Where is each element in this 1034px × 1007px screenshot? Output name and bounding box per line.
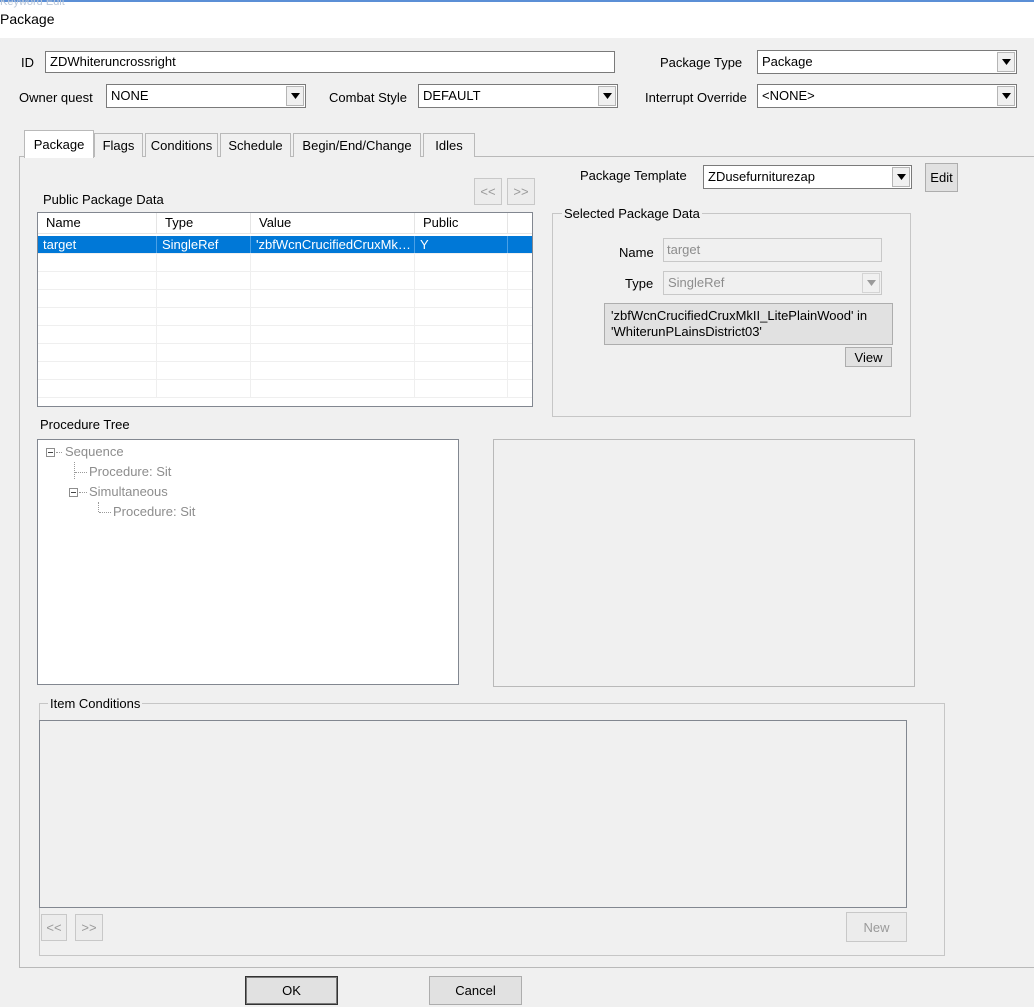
tree-node-procedure-sit[interactable]: Procedure: Sit — [113, 504, 195, 519]
row-public-cell: Y — [415, 236, 508, 253]
item-conditions-title: Item Conditions — [48, 696, 143, 711]
prev-button[interactable]: << — [474, 178, 502, 205]
tab-package[interactable]: Package — [24, 130, 94, 158]
empty-row — [38, 308, 532, 326]
package-template-label: Package Template — [580, 168, 687, 183]
empty-row — [38, 326, 532, 344]
list-header: Name Type Value Public — [38, 213, 532, 234]
tab-idles[interactable]: Idles — [423, 133, 475, 157]
next-button[interactable]: >> — [507, 178, 535, 205]
selected-type-value: SingleRef — [668, 275, 725, 290]
edit-template-button[interactable]: Edit — [925, 163, 958, 192]
column-header-public[interactable]: Public — [415, 213, 508, 233]
chevron-down-icon[interactable] — [892, 167, 910, 187]
chevron-down-icon[interactable] — [997, 52, 1015, 72]
tab-conditions[interactable]: Conditions — [145, 133, 218, 157]
selected-name-field[interactable]: target — [663, 238, 882, 262]
empty-row — [38, 380, 532, 398]
package-type-value: Package — [762, 54, 813, 69]
chevron-down-icon[interactable] — [598, 86, 616, 106]
table-row[interactable]: target SingleRef 'zbfWcnCrucifiedCruxMkI… — [38, 236, 532, 254]
id-input[interactable]: ZDWhiteruncrossright — [45, 51, 615, 73]
tree-node-simultaneous[interactable]: Simultaneous — [89, 484, 168, 499]
selected-type-select[interactable]: SingleRef — [663, 271, 882, 295]
interrupt-override-value: <NONE> — [762, 88, 815, 103]
empty-row — [38, 362, 532, 380]
column-header-name[interactable]: Name — [38, 213, 157, 233]
tab-schedule[interactable]: Schedule — [220, 133, 291, 157]
tree-connector — [99, 512, 111, 513]
collapse-icon[interactable] — [69, 488, 78, 497]
tree-node-procedure-sit[interactable]: Procedure: Sit — [89, 464, 171, 479]
package-type-label: Package Type — [660, 55, 743, 70]
selected-type-label: Type — [625, 276, 654, 291]
background-window-title: Keyword Edit — [0, 0, 65, 8]
interrupt-override-label: Interrupt Override — [645, 90, 747, 105]
tree-connector — [79, 492, 87, 493]
combat-style-label: Combat Style — [329, 90, 408, 105]
chevron-down-icon[interactable] — [286, 86, 304, 106]
item-conditions-list[interactable] — [39, 720, 907, 908]
chevron-down-icon[interactable] — [862, 273, 880, 293]
view-button[interactable]: View — [845, 347, 892, 367]
owner-quest-label: Owner quest — [19, 90, 93, 105]
collapse-icon[interactable] — [46, 448, 55, 457]
reference-line-1: 'zbfWcnCrucifiedCruxMkII_LitePlainWood' … — [611, 308, 868, 323]
item-next-button[interactable]: >> — [75, 914, 103, 941]
tree-connector — [75, 472, 87, 473]
owner-quest-value: NONE — [111, 88, 149, 103]
empty-row — [38, 272, 532, 290]
cancel-button[interactable]: Cancel — [429, 976, 522, 1005]
id-label: ID — [21, 55, 34, 70]
public-package-data-label: Public Package Data — [43, 192, 164, 207]
row-name-cell: target — [38, 236, 157, 253]
reference-line-2: 'WhiterunPLainsDistrict03' — [611, 324, 762, 339]
package-type-select[interactable]: Package — [757, 50, 1017, 74]
procedure-tree-label: Procedure Tree — [40, 417, 130, 432]
owner-quest-select[interactable]: NONE — [106, 84, 306, 108]
procedure-tree[interactable]: Sequence Procedure: Sit Simultaneous Pro… — [37, 439, 459, 685]
empty-row — [38, 344, 532, 362]
interrupt-override-select[interactable]: <NONE> — [757, 84, 1017, 108]
tree-connector — [56, 452, 62, 453]
empty-row — [38, 254, 532, 272]
selected-name-label: Name — [619, 245, 654, 260]
selected-package-data-title: Selected Package Data — [562, 206, 702, 221]
reference-button[interactable]: 'zbfWcnCrucifiedCruxMkII_LitePlainWood' … — [604, 303, 893, 345]
row-value-cell: 'zbfWcnCrucifiedCruxMkII_LitePlainWood' … — [251, 236, 415, 253]
package-template-select[interactable]: ZDusefurniturezap — [703, 165, 912, 189]
public-package-data-list[interactable]: Name Type Value Public target SingleRef … — [37, 212, 533, 407]
package-template-value: ZDusefurniturezap — [708, 169, 815, 184]
title-bar: Keyword Edit Package — [0, 0, 1034, 38]
chevron-down-icon[interactable] — [997, 86, 1015, 106]
tree-node-sequence[interactable]: Sequence — [65, 444, 124, 459]
combat-style-value: DEFAULT — [423, 88, 481, 103]
row-type-cell: SingleRef — [157, 236, 251, 253]
column-header-value[interactable]: Value — [251, 213, 415, 233]
ok-button[interactable]: OK — [245, 976, 338, 1005]
new-condition-button[interactable]: New — [846, 912, 907, 942]
combat-style-select[interactable]: DEFAULT — [418, 84, 618, 108]
tab-flags[interactable]: Flags — [94, 133, 143, 157]
procedure-details-pane — [493, 439, 915, 687]
item-prev-button[interactable]: << — [41, 914, 67, 941]
window-title: Package — [0, 11, 55, 27]
tree-connector — [74, 462, 75, 479]
tab-begin-end-change[interactable]: Begin/End/Change — [293, 133, 421, 157]
empty-row — [38, 290, 532, 308]
tree-connector — [98, 502, 99, 512]
column-header-type[interactable]: Type — [157, 213, 251, 233]
